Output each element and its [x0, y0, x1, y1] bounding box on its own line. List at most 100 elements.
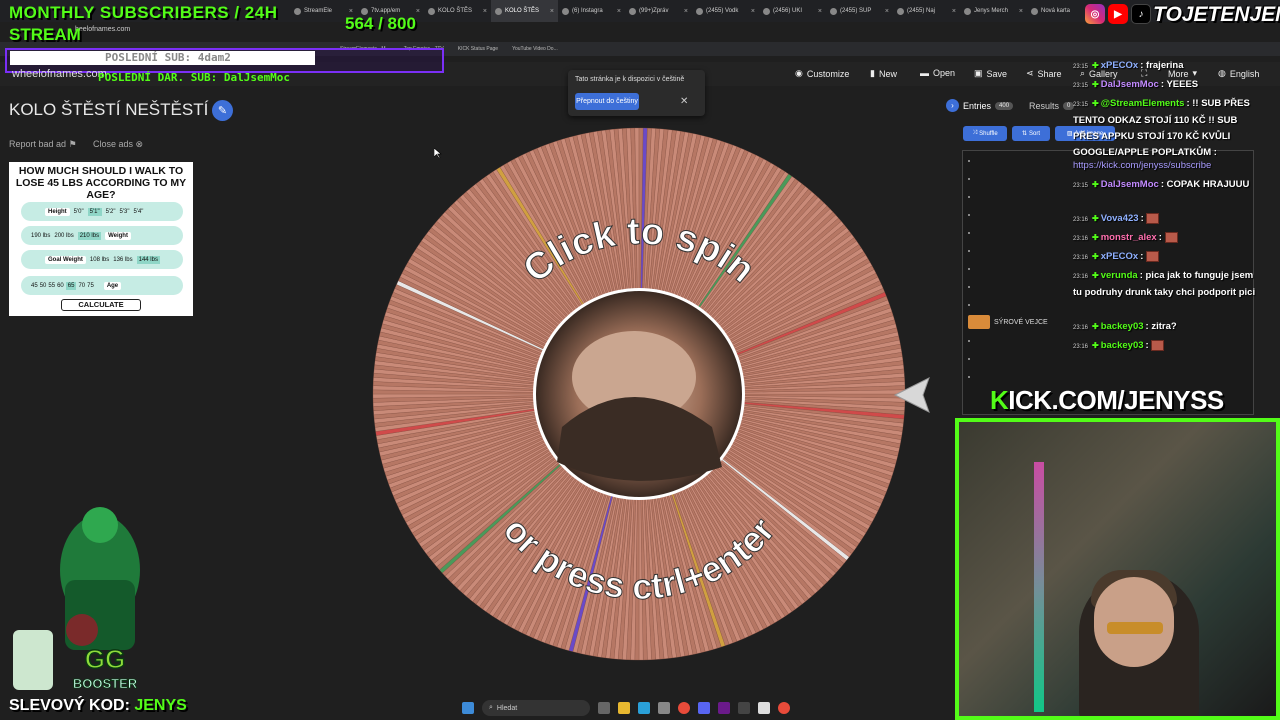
browser-tab[interactable]: (2456) UKI ×: [759, 0, 826, 22]
chat-username[interactable]: DalJsemMoc: [1101, 179, 1159, 190]
stream-label: STREAM: [9, 25, 81, 44]
close-tab-icon[interactable]: ×: [416, 8, 420, 15]
open-label: Open: [933, 68, 956, 78]
customize-button[interactable]: ◉ Customize: [795, 68, 849, 79]
more-button[interactable]: More ▾: [1168, 68, 1197, 79]
entry-bullet: [968, 232, 970, 234]
tab-results[interactable]: Results 0: [1029, 101, 1075, 111]
chat-message: 23:15 ✚ @StreamElements: !! SUB PŘES TENTO…: [1073, 96, 1263, 161]
wheel-graphic[interactable]: Click to spin or press ctrl+enter: [372, 127, 906, 661]
close-tab-icon[interactable]: ×: [952, 8, 956, 15]
browser-tab-label: (2455) Naj: [907, 8, 936, 14]
chat-username[interactable]: DalJsemMoc: [1101, 79, 1159, 90]
browser-tab[interactable]: (2455) Vodk ×: [692, 0, 759, 22]
shuffle-button[interactable]: ⤨ Shuffle: [963, 126, 1007, 141]
close-tab-icon[interactable]: ×: [885, 8, 889, 15]
chat-username[interactable]: verunda: [1101, 270, 1138, 281]
close-tab-icon[interactable]: ×: [1019, 8, 1023, 15]
discord-icon[interactable]: [698, 702, 710, 714]
chrome-icon[interactable]: [778, 702, 790, 714]
close-tab-icon[interactable]: ×: [684, 8, 688, 15]
store-icon[interactable]: [658, 702, 670, 714]
wheel[interactable]: Click to spin or press ctrl+enter: [372, 127, 906, 661]
gallery-button[interactable]: ⌕ Gallery: [1080, 68, 1118, 79]
ad-age-value: 75: [87, 282, 94, 289]
browser-tab[interactable]: Jenys Merch ×: [960, 0, 1027, 22]
app-icon[interactable]: [758, 702, 770, 714]
close-icon[interactable]: ✕: [680, 96, 688, 107]
chat-timestamp: 23:16: [1073, 274, 1089, 280]
taskbar: ⌕ Hledat: [462, 698, 822, 718]
image-icon: ▨: [1066, 131, 1073, 137]
close-tab-icon[interactable]: ×: [617, 8, 621, 15]
new-button[interactable]: ▮ New: [870, 68, 897, 79]
chat-username[interactable]: backey03: [1101, 321, 1144, 332]
entry-item[interactable]: SÝROVÉ VEJCE: [968, 315, 1048, 329]
app-icon[interactable]: [738, 702, 750, 714]
entry-bullet: [968, 268, 970, 270]
save-icon: ▣: [974, 68, 983, 78]
chat-username[interactable]: Vova423: [1101, 213, 1139, 224]
ad-height-value: 5'1": [87, 207, 102, 216]
customize-label: Customize: [806, 68, 850, 79]
chrome-icon[interactable]: [678, 702, 690, 714]
taskbar-search[interactable]: ⌕ Hledat: [482, 700, 590, 716]
ad-weight-value: 190 lbs: [31, 232, 51, 239]
save-button[interactable]: ▣ Save: [974, 68, 1007, 79]
page-title: KOLO ŠTĚSTÍ NEŠTĚSTÍ: [9, 100, 209, 119]
chat-username[interactable]: backey03: [1101, 340, 1144, 351]
chat-badge-icon: ✚: [1092, 233, 1099, 242]
share-button[interactable]: ⋖ Share: [1026, 68, 1062, 79]
tab-entries[interactable]: › Entries 400: [946, 99, 1014, 112]
search-icon: ⌕: [489, 704, 493, 711]
ad-age-value: 55: [48, 282, 56, 289]
close-ads-link[interactable]: Close ads ⊗: [93, 139, 143, 150]
app-icon[interactable]: [718, 702, 730, 714]
chat-username[interactable]: monstr_alex: [1101, 232, 1157, 243]
fullscreen-button[interactable]: ⛶: [1141, 68, 1147, 79]
ad-calculate-button[interactable]: CALCULATE: [61, 299, 141, 311]
bookmark-item[interactable]: KICK Status Page: [458, 46, 498, 52]
language-button[interactable]: ◍ English: [1218, 68, 1259, 79]
ad-goal-value: 136 lbs: [113, 256, 133, 263]
close-tab-icon[interactable]: ×: [751, 8, 755, 15]
browser-tab[interactable]: (2455) Naj ×: [893, 0, 960, 22]
taskview-icon[interactable]: [598, 702, 610, 714]
browser-tab-label: Nová karta: [1041, 8, 1071, 14]
close-tab-icon[interactable]: ×: [483, 8, 487, 15]
open-button[interactable]: ▬ Open: [920, 68, 955, 78]
report-ad-link[interactable]: Report bad ad ⚑: [9, 139, 77, 150]
url-bar[interactable]: heelofnames.com: [75, 26, 130, 33]
palette-icon: ◉: [795, 68, 803, 78]
chat-username[interactable]: xPECOx: [1101, 251, 1139, 262]
chat-timestamp: 23:16: [1073, 325, 1089, 331]
ad-age-label: Age: [103, 281, 122, 290]
ad-goal-row: Goal Weight 108 lbs 136 lbs 144 lbs: [21, 250, 183, 269]
tab-favicon-icon: [495, 7, 502, 15]
chat-message: 23:16 ✚ Vova423:: [1073, 211, 1263, 228]
entry-bullet: [968, 340, 970, 342]
close-tab-icon[interactable]: ×: [818, 8, 822, 15]
browser-tab[interactable]: Nová karta×: [1027, 0, 1094, 22]
booster-logo: BOOSTER: [73, 676, 138, 691]
ad-banner[interactable]: HOW MUCH SHOULD I WALK TO LOSE 45 LBS AC…: [9, 162, 193, 316]
sort-button[interactable]: ⇅ Sort: [1012, 126, 1050, 141]
gg-logo: GG: [85, 644, 125, 674]
edit-title-button[interactable]: ✎: [212, 100, 233, 121]
browser-tab[interactable]: KOLO ŠTĚS ×: [491, 0, 558, 22]
chat-username[interactable]: @StreamElements: [1101, 98, 1185, 109]
browser-tab[interactable]: (99+)Zpráv ×: [625, 0, 692, 22]
ad-height-row: Height 5'0" 5'1" 5'2" 5'3" 5'4": [21, 202, 183, 221]
kick-url-banner: KICK.COM/JENYSS: [990, 385, 1224, 416]
translate-button[interactable]: Přepnout do češtiny: [575, 93, 639, 110]
close-tab-icon[interactable]: ×: [550, 8, 554, 15]
windows-start-icon[interactable]: [462, 702, 474, 714]
sort-label: Sort: [1029, 130, 1041, 137]
browser-tab[interactable]: (6) Instagra ×: [558, 0, 625, 22]
explorer-icon[interactable]: [618, 702, 630, 714]
edge-icon[interactable]: [638, 702, 650, 714]
browser-tab[interactable]: KOLO ŠTĚS ×: [424, 0, 491, 22]
browser-tab[interactable]: (2455) SUP ×: [826, 0, 893, 22]
bookmark-item[interactable]: YouTube Video Do...: [512, 46, 558, 52]
chat-link[interactable]: https://kick.com/jenyss/subscribe: [1073, 160, 1211, 171]
